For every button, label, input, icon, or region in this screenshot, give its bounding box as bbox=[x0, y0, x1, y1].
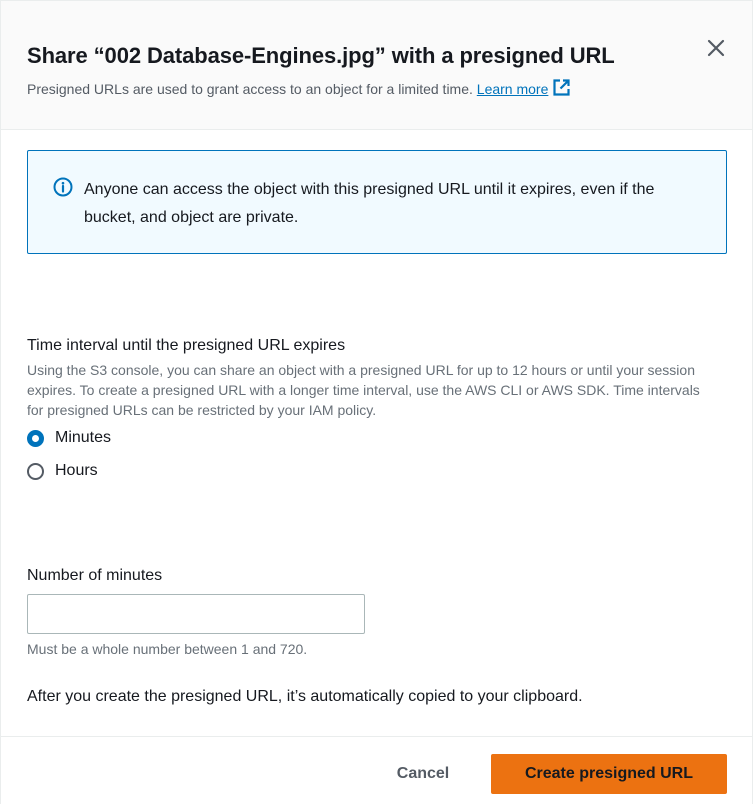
radio-hours-label: Hours bbox=[55, 462, 98, 479]
alert-text: Anyone can access the object with this p… bbox=[84, 181, 655, 226]
minutes-input[interactable] bbox=[27, 594, 365, 634]
radio-minutes[interactable]: Minutes bbox=[27, 427, 111, 449]
cancel-button[interactable]: Cancel bbox=[381, 754, 465, 794]
interval-description: Using the S3 console, you can share an o… bbox=[27, 362, 700, 418]
close-icon bbox=[707, 39, 725, 62]
close-button[interactable] bbox=[703, 37, 729, 63]
modal-header: Share “002 Database-Engines.jpg” with a … bbox=[1, 1, 752, 130]
share-presigned-url-modal: Share “002 Database-Engines.jpg” with a … bbox=[0, 0, 753, 805]
modal-footer: Cancel Create presigned URL bbox=[1, 736, 752, 805]
external-link-icon[interactable] bbox=[552, 78, 571, 100]
radio-hours-indicator[interactable] bbox=[27, 462, 44, 480]
modal-title: Share “002 Database-Engines.jpg” with a … bbox=[27, 43, 615, 68]
modal-subtitle-text: Presigned URLs are used to grant access … bbox=[27, 81, 473, 97]
radio-minutes-indicator[interactable] bbox=[27, 429, 44, 447]
info-alert: Anyone can access the object with this p… bbox=[27, 150, 727, 254]
interval-label: Time interval until the presigned URL ex… bbox=[27, 337, 346, 354]
radio-hours[interactable]: Hours bbox=[27, 460, 98, 482]
clipboard-note: After you create the presigned URL, it’s… bbox=[27, 688, 583, 705]
minutes-label: Number of minutes bbox=[27, 567, 163, 584]
create-presigned-url-button[interactable]: Create presigned URL bbox=[491, 754, 727, 794]
info-icon bbox=[53, 177, 73, 202]
modal-subtitle: Presigned URLs are used to grant access … bbox=[27, 78, 571, 100]
radio-minutes-label: Minutes bbox=[55, 429, 112, 446]
learn-more-link[interactable]: Learn more bbox=[477, 81, 549, 97]
learn-more-label: Learn more bbox=[476, 81, 549, 97]
minutes-hint: Must be a whole number between 1 and 720… bbox=[27, 641, 308, 657]
